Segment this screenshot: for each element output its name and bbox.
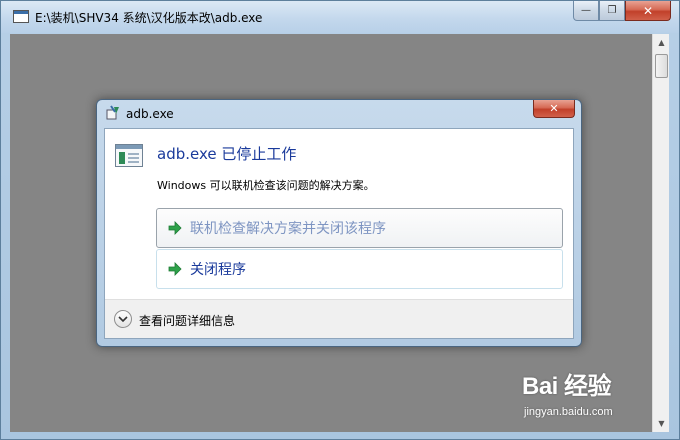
scroll-down-icon[interactable]: ▼: [655, 417, 668, 430]
restore-button[interactable]: ❐: [599, 1, 625, 21]
dialog-app-icon: [106, 105, 119, 120]
close-program-link[interactable]: 关闭程序: [156, 249, 563, 289]
dialog-body: adb.exe 已停止工作 Windows 可以联机检查该问题的解决方案。 联机…: [104, 128, 574, 339]
chevron-down-icon: [118, 316, 128, 323]
scroll-up-icon[interactable]: ▲: [655, 36, 668, 49]
baidu-jingyan-watermark: Bai 经验 jingyan.baidu.com: [520, 366, 650, 430]
close-button[interactable]: ✕: [625, 1, 671, 21]
view-problem-details-label[interactable]: 查看问题详细信息: [139, 312, 235, 329]
main-instruction: adb.exe 已停止工作: [157, 145, 297, 163]
green-arrow-icon: [168, 221, 182, 235]
close-program-label: 关闭程序: [190, 262, 246, 278]
vertical-scrollbar[interactable]: ▲ ▼: [652, 34, 669, 432]
window-controls: — ❐ ✕: [573, 1, 671, 21]
dialog-content-text: Windows 可以联机检查该问题的解决方案。: [157, 179, 375, 192]
console-app-icon: [13, 10, 29, 23]
dialog-title: adb.exe: [126, 107, 174, 121]
console-titlebar[interactable]: E:\装机\SHV34 系统\汉化版本改\adb.exe — ❐ ✕: [1, 1, 679, 33]
expand-details-button[interactable]: [114, 310, 132, 328]
console-window-title: E:\装机\SHV34 系统\汉化版本改\adb.exe: [35, 11, 263, 25]
error-dialog: adb.exe ✕ adb.exe 已停止工作 Windows 可以联机检查该问…: [96, 99, 582, 347]
green-arrow-icon: [168, 262, 182, 276]
stopped-program-icon: [115, 144, 143, 167]
watermark-brand: Bai 经验: [522, 373, 612, 400]
dialog-close-icon: ✕: [549, 102, 559, 115]
dialog-footer: 查看问题详细信息: [105, 299, 573, 338]
close-icon: ✕: [642, 3, 654, 18]
dialog-close-button[interactable]: ✕: [533, 100, 575, 118]
watermark-url: jingyan.baidu.com: [524, 406, 613, 418]
minimize-icon: —: [581, 5, 591, 16]
minimize-button[interactable]: —: [573, 1, 599, 21]
restore-icon: ❐: [607, 5, 617, 16]
check-solution-and-close-link[interactable]: 联机检查解决方案并关闭该程序: [156, 208, 563, 248]
scroll-thumb[interactable]: [655, 54, 668, 78]
check-solution-label: 联机检查解决方案并关闭该程序: [190, 221, 386, 237]
